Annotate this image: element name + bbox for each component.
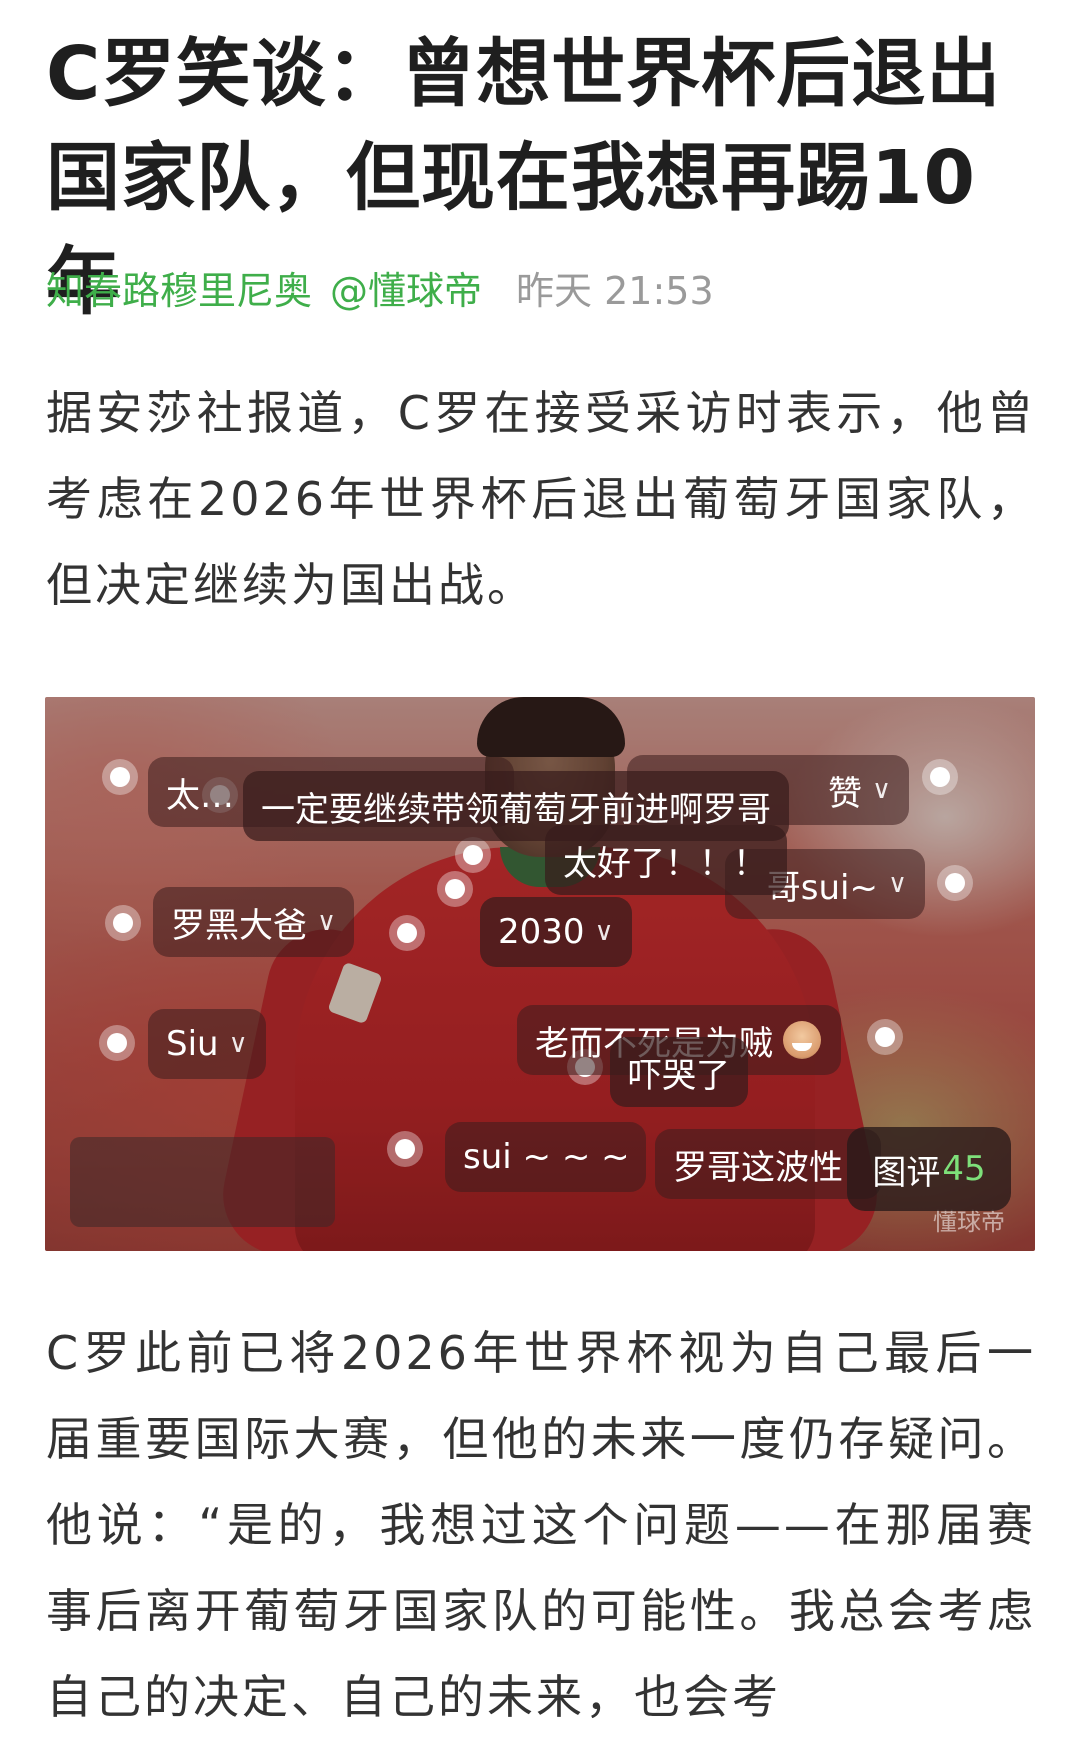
comment-bubble[interactable]: sui ~ ~ ~ [445, 1122, 646, 1192]
comment-bubble[interactable]: 太好了！！！ [545, 825, 787, 895]
publish-time: 昨天 21:53 [516, 268, 714, 313]
comment-text: 赞 [827, 773, 862, 814]
article-photo[interactable]: 太… 赞 ∨ 哥sui~ ∨ 罗黑大爸 ∨ Siu ∨ 老而不死是为贼 sui … [45, 697, 1035, 1251]
comment-dot[interactable] [945, 873, 965, 893]
comment-dot[interactable] [930, 767, 950, 787]
comment-text: 罗哥这波性 [673, 1147, 843, 1188]
image-comments-button[interactable]: 图评 45 [847, 1127, 1011, 1211]
comment-text: Siu [166, 1024, 219, 1064]
comment-dot[interactable] [397, 923, 417, 943]
source-handle[interactable]: @懂球帝 [330, 260, 482, 315]
comment-text: 2030 [498, 912, 585, 952]
comment-dot[interactable] [445, 879, 465, 899]
chevron-down-icon: ∨ [594, 917, 614, 947]
emoji-face-icon [783, 1021, 821, 1059]
comment-text: sui ~ ~ ~ [463, 1137, 630, 1177]
comment-text: 一定要继续带领葡萄牙前进啊罗哥 [261, 789, 771, 830]
chevron-down-icon: ∨ [228, 1029, 248, 1059]
comment-text: 吓哭了 [628, 1055, 730, 1096]
comment-bubble[interactable]: Siu ∨ [148, 1009, 266, 1079]
article-paragraph-2: C罗此前已将2026年世界杯视为自己最后一届重要国际大赛，但他的未来一度仍存疑问… [46, 1326, 1036, 1724]
comment-text: 太好了！！！ [563, 843, 767, 884]
comment-dot[interactable] [107, 1033, 127, 1053]
comment-text: 罗黑大爸 [171, 905, 307, 946]
comment-dot[interactable] [110, 767, 130, 787]
chevron-down-icon: ∨ [887, 869, 907, 899]
blurred-caption-box [70, 1137, 335, 1227]
comment-dot[interactable] [463, 845, 483, 865]
comment-dot[interactable] [875, 1027, 895, 1047]
image-comments-label: 图评 [872, 1152, 941, 1193]
image-comments-count: 45 [942, 1149, 986, 1189]
article-paragraph-1: 据安莎社报道，C罗在接受采访时表示，他曾考虑在2026年世界杯后退出葡萄牙国家队… [46, 386, 1036, 612]
article-meta: 知春路穆里尼奥 @懂球帝 昨天 21:53 [46, 260, 714, 315]
chevron-down-icon: ∨ [317, 907, 337, 937]
chevron-down-icon: ∨ [871, 775, 891, 805]
author-name[interactable]: 知春路穆里尼奥 [46, 260, 312, 315]
comment-dot[interactable] [395, 1139, 415, 1159]
comment-bubble[interactable]: 2030 ∨ [480, 897, 632, 967]
article-page: C罗笑谈：曾想世界杯后退出国家队，但现在我想再踢10年 知春路穆里尼奥 @懂球帝… [0, 0, 1080, 1738]
comment-bubble[interactable]: 吓哭了 [610, 1037, 748, 1107]
comment-dot[interactable] [113, 913, 133, 933]
comment-text: 太… [166, 775, 234, 816]
comment-bubble[interactable]: 罗黑大爸 ∨ [153, 887, 355, 957]
